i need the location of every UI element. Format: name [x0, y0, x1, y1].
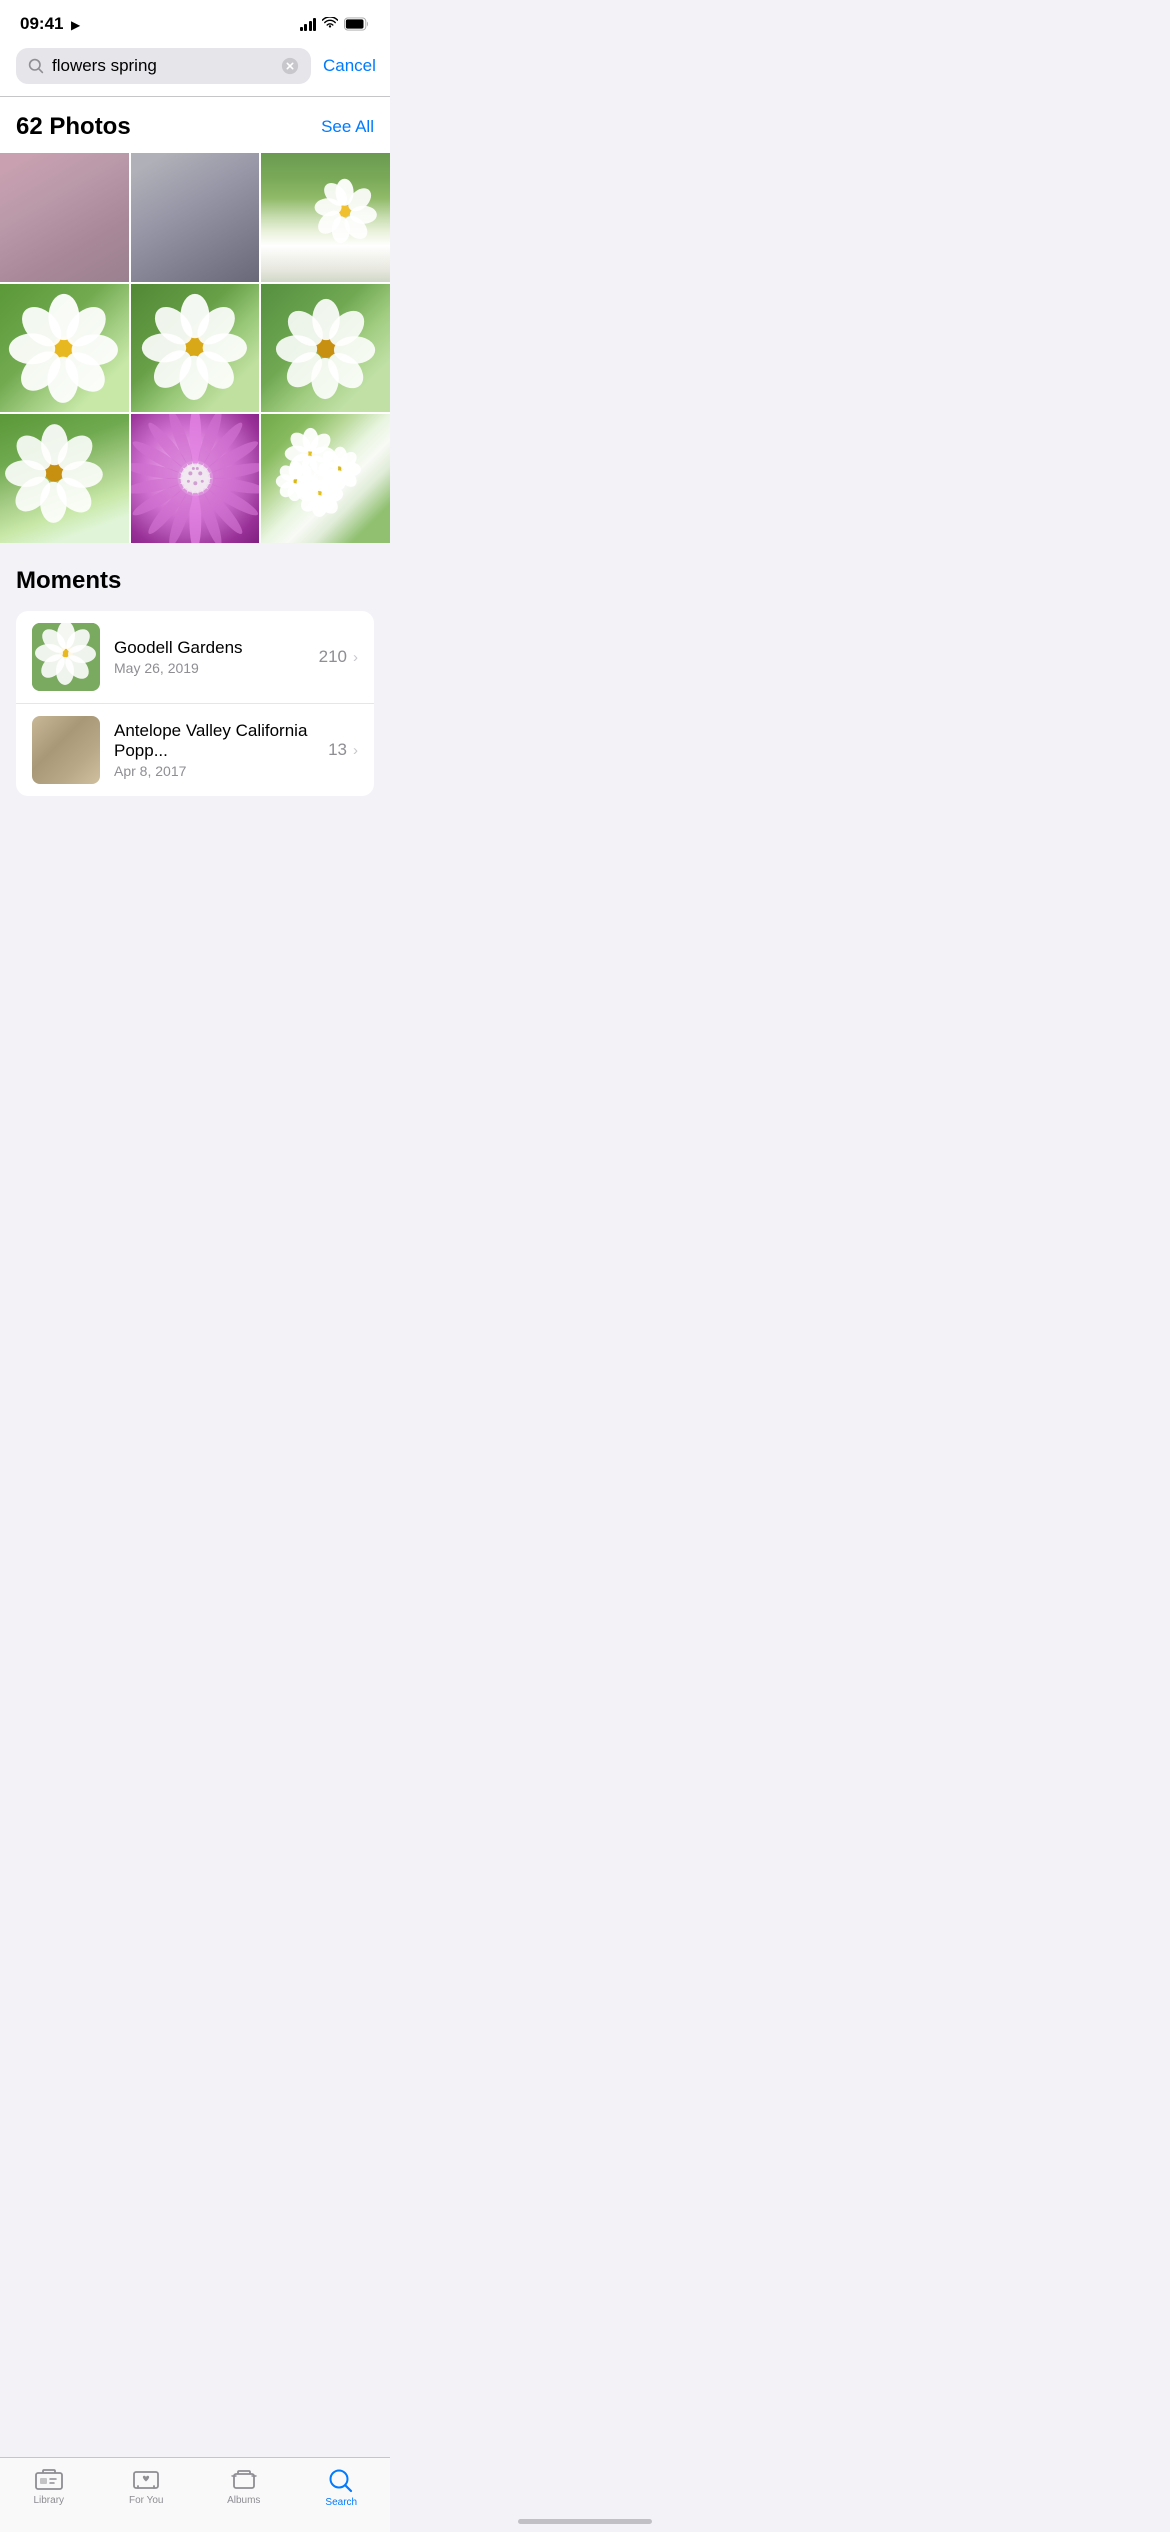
moment-count-antelope: 13	[328, 740, 347, 760]
moment-date-goodell: May 26, 2019	[114, 660, 305, 676]
tab-albums-label: Albums	[227, 2495, 260, 2506]
tab-search[interactable]: Search	[293, 2468, 391, 2508]
moments-section: Moments	[0, 543, 390, 796]
search-bar-container: Cancel	[0, 40, 390, 96]
tab-search-label: Search	[325, 2497, 357, 2508]
moment-name-antelope: Antelope Valley California Popp...	[114, 721, 314, 761]
photo-cell-2[interactable]	[131, 153, 260, 282]
moment-item-goodell[interactable]: Goodell Gardens May 26, 2019 210 ›	[16, 611, 374, 703]
for-you-icon	[132, 2468, 160, 2492]
tab-albums[interactable]: Albums	[195, 2468, 293, 2508]
photo-grid	[0, 153, 390, 543]
moment-info-goodell: Goodell Gardens May 26, 2019	[114, 638, 305, 676]
library-icon	[35, 2468, 63, 2492]
moment-count-goodell: 210	[319, 647, 347, 667]
photo-cell-3[interactable]	[261, 153, 390, 282]
moment-thumb-antelope	[32, 716, 100, 784]
chevron-right-icon-antelope: ›	[353, 742, 358, 759]
chevron-right-icon-goodell: ›	[353, 649, 358, 666]
photos-count-title: 62 Photos	[16, 113, 131, 141]
photo-cell-8[interactable]	[131, 414, 260, 543]
photo-cell-9[interactable]	[261, 414, 390, 543]
battery-icon	[344, 17, 370, 31]
moment-thumb-goodell	[32, 623, 100, 691]
photo-cell-6[interactable]	[261, 284, 390, 413]
moments-list: Goodell Gardens May 26, 2019 210 › Antel…	[16, 611, 374, 796]
wifi-icon	[322, 17, 338, 31]
moment-count-row-antelope: 13 ›	[328, 740, 358, 760]
status-icons	[300, 17, 371, 31]
tab-bar: Library For You Albums Search	[0, 2457, 390, 2532]
tab-for-you-label: For You	[129, 2495, 163, 2506]
photo-cell-7[interactable]	[0, 414, 129, 543]
search-input-wrapper[interactable]	[16, 48, 311, 84]
tab-for-you[interactable]: For You	[98, 2468, 196, 2508]
see-all-button[interactable]: See All	[321, 117, 374, 137]
moment-item-antelope[interactable]: Antelope Valley California Popp... Apr 8…	[16, 703, 374, 796]
signal-icon	[300, 17, 317, 31]
status-time: 09:41	[20, 14, 63, 33]
status-bar: 09:41 ▶	[0, 0, 390, 40]
cancel-button[interactable]: Cancel	[323, 56, 376, 76]
home-indicator	[518, 2519, 652, 2524]
moment-info-antelope: Antelope Valley California Popp... Apr 8…	[114, 721, 314, 779]
tab-library[interactable]: Library	[0, 2468, 98, 2508]
location-icon: ▶	[71, 18, 80, 32]
moment-name-goodell: Goodell Gardens	[114, 638, 305, 658]
photo-cell-5[interactable]	[131, 284, 260, 413]
photo-cell-4[interactable]	[0, 284, 129, 413]
moment-date-antelope: Apr 8, 2017	[114, 763, 314, 779]
search-icon	[28, 58, 44, 74]
search-tab-icon	[328, 2468, 354, 2494]
tab-library-label: Library	[33, 2495, 64, 2506]
status-time-area: 09:41 ▶	[20, 14, 80, 34]
photos-section: 62 Photos See All	[0, 97, 390, 543]
photo-cell-1[interactable]	[0, 153, 129, 282]
clear-search-button[interactable]	[281, 57, 299, 75]
photos-section-header: 62 Photos See All	[16, 113, 374, 153]
moments-title: Moments	[16, 567, 374, 595]
albums-icon	[230, 2468, 258, 2492]
moment-count-row-goodell: 210 ›	[319, 647, 358, 667]
search-input[interactable]	[52, 56, 273, 76]
